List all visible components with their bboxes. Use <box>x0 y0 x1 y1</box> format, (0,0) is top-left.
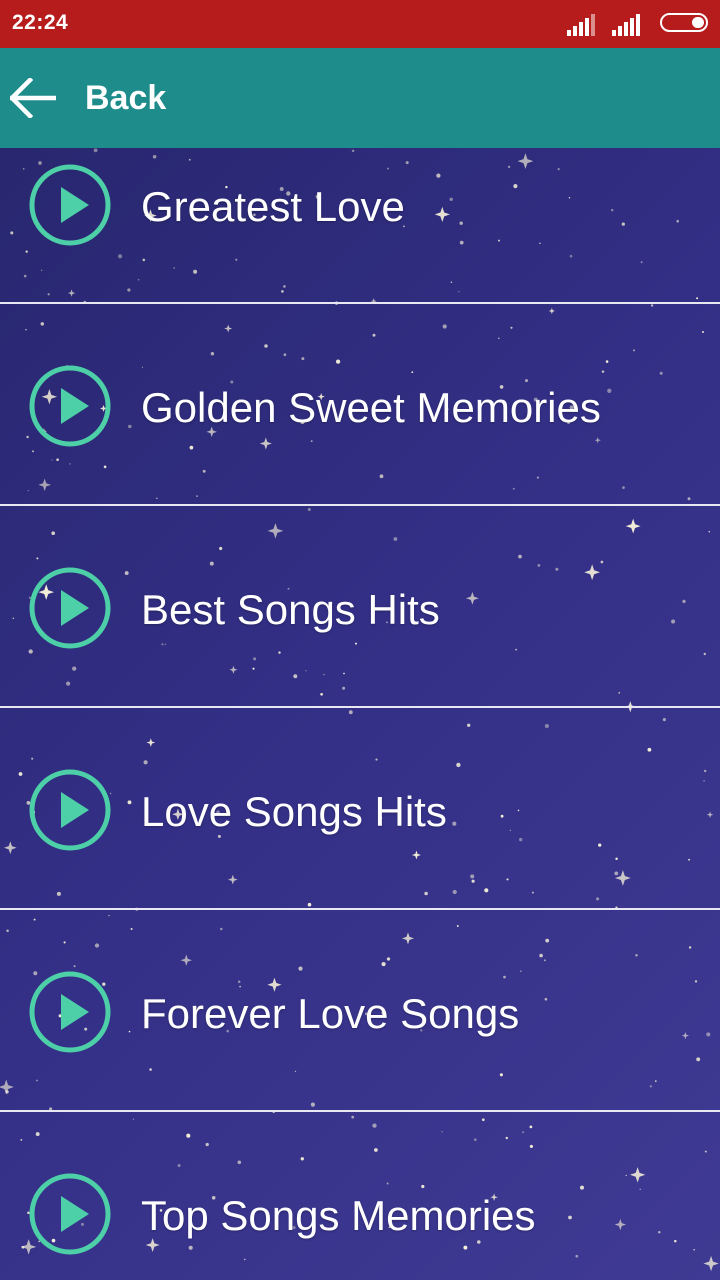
list-item[interactable]: Forever Love Songs <box>0 912 720 1112</box>
play-icon <box>29 769 111 851</box>
song-title: Love Songs Hits <box>141 788 447 835</box>
song-title: Best Songs Hits <box>141 586 440 633</box>
signal-icon <box>612 14 642 36</box>
song-list[interactable]: Greatest Love Golden Sweet Memories Best… <box>0 148 720 1280</box>
song-title: Golden Sweet Memories <box>141 384 601 431</box>
list-item[interactable]: Love Songs Hits <box>0 710 720 910</box>
list-item[interactable]: Golden Sweet Memories <box>0 306 720 506</box>
arrow-left-icon <box>10 78 56 118</box>
signal-icon <box>567 14 597 36</box>
play-icon <box>29 1173 111 1255</box>
play-icon <box>29 567 111 649</box>
list-item[interactable]: Best Songs Hits <box>0 508 720 708</box>
back-button[interactable]: Back <box>0 48 220 148</box>
app-bar: Back <box>0 48 720 148</box>
back-label: Back <box>85 79 167 117</box>
song-title: Greatest Love <box>141 183 405 230</box>
status-time: 22:24 <box>12 11 69 34</box>
battery-icon <box>660 13 708 32</box>
list-item[interactable]: Top Songs Memories <box>0 1114 720 1280</box>
list-item[interactable]: Greatest Love <box>0 148 720 304</box>
song-title: Top Songs Memories <box>141 1192 536 1239</box>
play-icon <box>29 164 111 246</box>
play-icon <box>29 971 111 1053</box>
song-title: Forever Love Songs <box>141 990 520 1037</box>
play-icon <box>29 365 111 447</box>
status-bar: 22:24 <box>0 0 720 48</box>
